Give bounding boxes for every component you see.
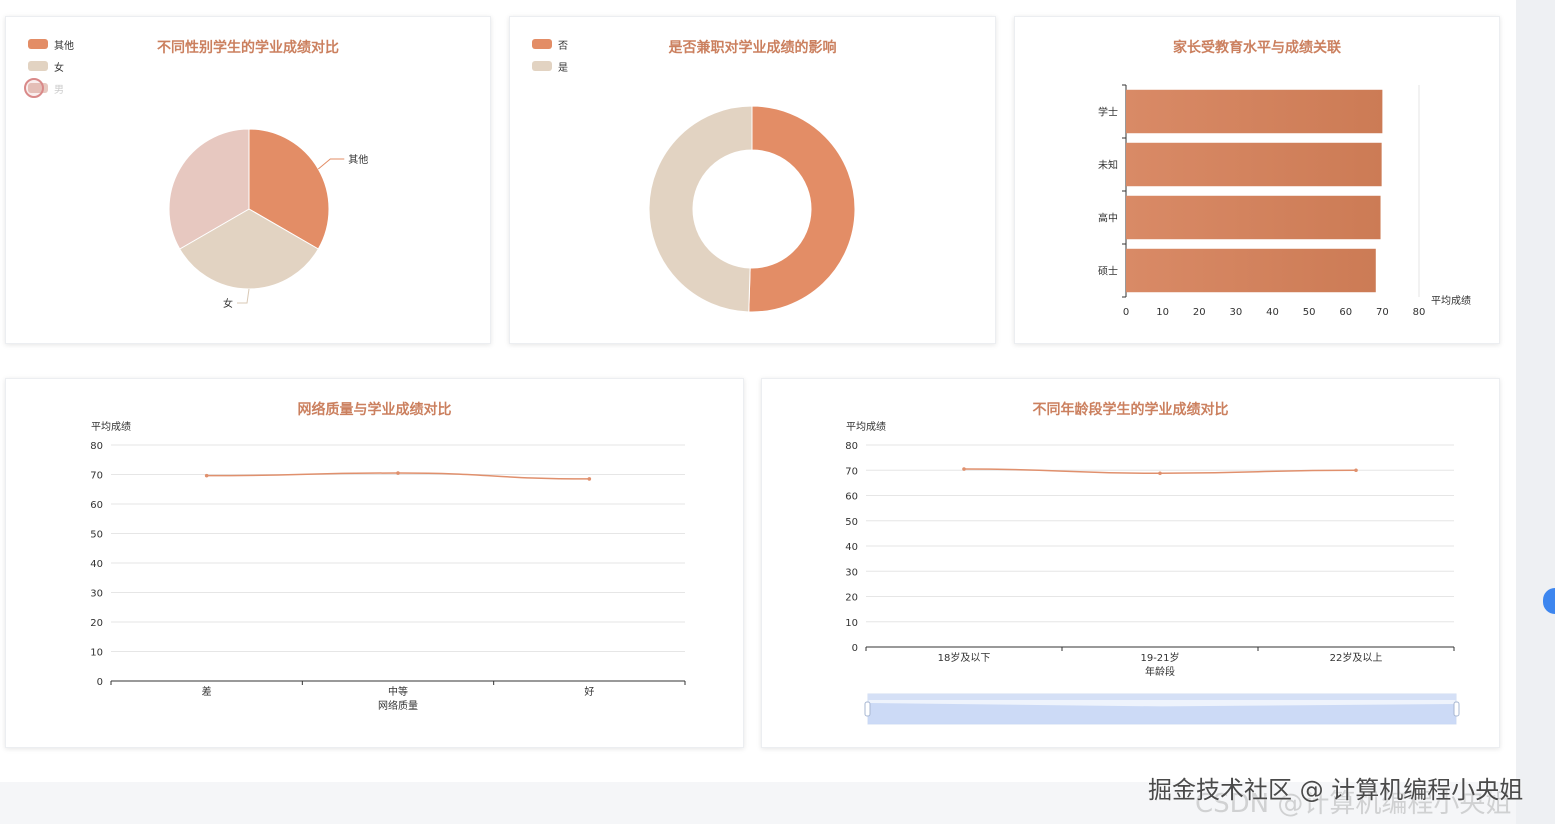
line-y-tick-label-3: 50 [90,530,103,541]
line-y-axis-title: 平均成绩 [91,420,131,433]
line-y-tick-label-7: 10 [90,648,103,659]
legend-item-female[interactable]: 女 [28,55,74,77]
gender-pie-title: 不同性别学生的学业成绩对比 [157,40,339,56]
bar-3 [1126,248,1376,293]
network-quality-line-card: 网络质量与学业成绩对比 80 70 60 50 40 30 20 10 0 平均成绩差中等好网络质… [5,378,744,748]
line-y-tick-label-8: 0 [97,677,103,688]
bar-x-axis-title: 平均成绩 [1431,294,1471,307]
line-y-tick-label-4: 40 [90,559,103,570]
line-y-tick-label-2: 60 [90,500,103,511]
bar-2 [1126,195,1381,240]
gender-pie-chart: 其他女 [168,128,368,310]
legend-swatch [28,61,48,71]
scrollbar-track[interactable] [1516,0,1555,824]
line-x-tick-label-1: 中等 [388,685,408,698]
bar-category-label-2: 高中 [1098,212,1118,225]
line-point-2 [587,477,592,481]
age-group-line-card: 不同年龄段学生的学业成绩对比 80 70 60 50 40 30 20 10 0 平均成绩 18岁及… [761,378,1500,748]
line-point-2 [1354,468,1358,473]
bar-x-tick-label-8: 80 [1413,307,1426,318]
gender-pie-card: 不同性别学生的学业成绩对比 其他 女 男 其他女 [5,16,491,344]
line-y-tick-label-2: 60 [845,492,858,503]
parent-education-bar-chart: 学士未知高中硕士 0 10 20 30 40 50 60 70 80 平均成绩 [1098,84,1471,318]
parttime-donut-chart [648,105,856,313]
pie-slice-2 [168,128,250,250]
line-y-tick-label-1: 70 [90,471,103,482]
juejin-watermark: 掘金技术社区 @ 计算机编程小央姐 [1148,776,1524,804]
network-quality-line-chart: 80 70 60 50 40 30 20 10 0 平均成绩差 中等 好网络质量 [90,420,686,712]
parent-education-bar-card: 家长受教育水平与成绩关联 学士 未知 高中 硕士 0 10 20 30 40 50 60 70 80 平均… [1014,16,1500,344]
legend-swatch [28,39,48,49]
line-y-axis-title: 平均成绩 [846,420,886,433]
line-x-tick-label-0: 差 [202,685,212,698]
legend-item-other[interactable]: 其他 [28,33,74,55]
bar-x-tick-label-4: 40 [1266,307,1279,318]
line-x-axis-title: 网络质量 [378,699,418,712]
bar-category-label-1: 未知 [1098,159,1118,172]
line-y-tick-label-0: 80 [90,441,103,452]
line-y-tick-label-6: 20 [90,618,103,629]
parttime-donut-card: 是否兼职对学业成绩的影响 否 是 [509,16,996,344]
legend-label: 女 [54,62,64,74]
bar-x-tick-label-2: 20 [1193,307,1206,318]
line-y-tick-label-7: 10 [845,618,858,629]
pie-label-line-1 [237,288,250,304]
line-y-tick-label-1: 70 [845,466,858,477]
line-point-0 [962,467,966,471]
legend-label: 男 [54,84,64,96]
pie-label-1: 女 [223,297,233,310]
line-x-tick-label-2: 22岁及以上 [1330,651,1383,664]
bar-x-tick-label-5: 50 [1303,307,1316,318]
donut-slice-0 [748,105,856,313]
bar-1 [1126,142,1382,187]
donut-slice-1 [648,105,753,313]
line-y-tick-label-5: 30 [90,589,103,600]
datazoom-selection-bar [868,694,1456,700]
bar-category-label-3: 硕士 [1098,265,1118,278]
legend-label: 其他 [54,40,74,52]
line-y-tick-label-0: 80 [845,441,858,452]
line-y-tick-label-8: 0 [852,643,858,654]
bar-category-label-0: 学士 [1098,106,1118,119]
line-point-1 [1158,471,1162,476]
bar-x-tick-label-7: 70 [1376,307,1389,318]
pie-label-line-0 [317,158,345,170]
line-x-tick-label-0: 18岁及以下 [938,651,991,664]
line-y-tick-label-5: 30 [845,567,858,578]
pie-label-0: 其他 [348,153,368,166]
datazoom-handle-right [1453,701,1460,717]
age-group-line-chart: 80 70 60 50 40 30 20 10 0 平均成绩 18岁及以下 19-21岁 22岁及以上年… [845,420,1460,725]
datazoom-handle-left [864,701,871,717]
line-x-tick-label-1: 19-21岁 [1140,651,1179,664]
bar-x-tick-label-1: 10 [1156,307,1169,318]
pie-slice-0 [248,128,330,250]
line-x-tick-label-2: 好 [584,686,594,698]
line-point-1 [396,471,400,475]
line-y-tick-label-6: 20 [845,593,858,604]
line-y-tick-label-3: 50 [845,517,858,528]
bar-x-tick-label-6: 60 [1339,307,1352,318]
line-point-0 [204,473,209,478]
mouse-cursor-icon [24,78,44,98]
bar-x-tick-label-0: 0 [1123,307,1129,318]
line-y-tick-label-4: 40 [845,542,858,553]
pie-slice-1 [179,208,319,290]
bar-x-tick-label-3: 30 [1230,307,1243,318]
line-x-axis-title: 年龄段 [1145,665,1175,678]
bar-0 [1126,89,1383,134]
